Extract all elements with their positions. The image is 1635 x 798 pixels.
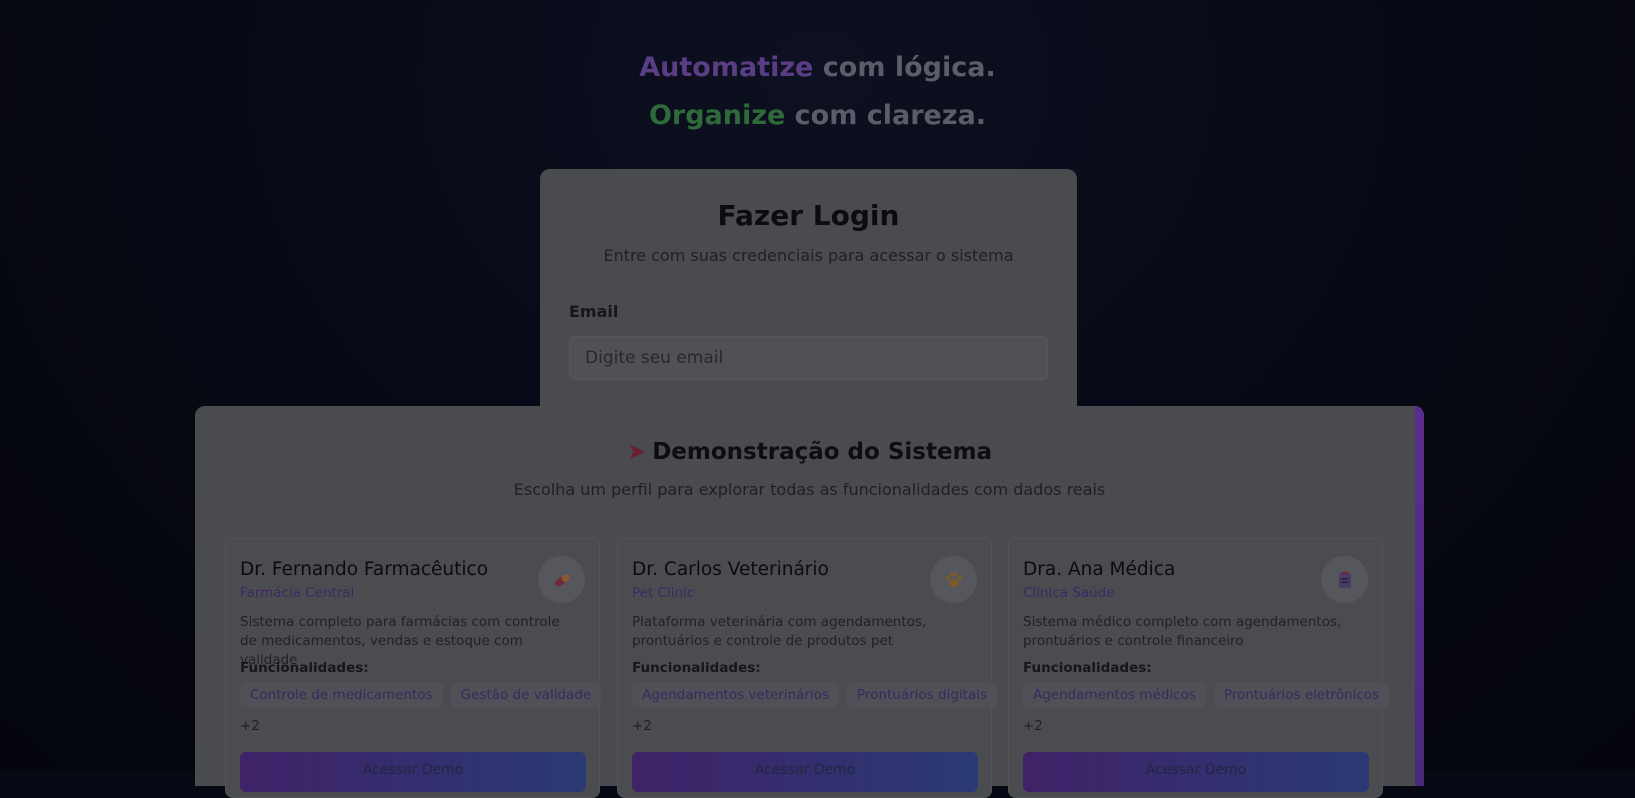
feature-tag: Gestão de validade xyxy=(450,682,602,708)
profile-card-pharmacist[interactable]: Dr. Fernando Farmacêutico Farmácia Centr… xyxy=(225,538,602,798)
hero-highlight-2: Organize xyxy=(648,100,786,131)
clipboard-icon xyxy=(1321,556,1368,603)
profile-company: Pet Clinic xyxy=(632,585,695,601)
pill-icon xyxy=(538,556,585,603)
hero-line-1: Automatize com lógica. xyxy=(0,44,1635,92)
demo-title-text: Demonstração do Sistema xyxy=(652,439,993,465)
login-title: Fazer Login xyxy=(717,199,900,232)
paw-icon xyxy=(930,556,977,603)
demo-panel: ➤ Demonstração do Sistema Escolha um perf… xyxy=(195,406,1424,798)
feature-tags: Agendamentos veterinários Prontuários di… xyxy=(632,682,998,708)
feature-tag: Agendamentos médicos xyxy=(1023,682,1206,708)
hero-highlight-1: Automatize xyxy=(639,52,814,83)
features-label: Funcionalidades: xyxy=(632,660,761,676)
profile-description: Sistema médico completo com agendamentos… xyxy=(1023,614,1342,649)
demo-title: ➤ Demonstração do Sistema xyxy=(195,439,1424,465)
email-label: Email xyxy=(569,302,619,321)
profile-card-doctor[interactable]: Dra. Ana Médica Clínica Saúde Sistema mé… xyxy=(1008,538,1390,798)
profile-company: Farmácia Central xyxy=(240,585,355,601)
more-features-count: +2 xyxy=(1023,718,1043,734)
hero-text-2: com clareza. xyxy=(785,100,987,131)
profile-card-veterinarian[interactable]: Dr. Carlos Veterinário Pet Clinic Plataf… xyxy=(617,538,998,798)
access-demo-button[interactable]: Acessar Demo xyxy=(632,752,978,792)
hero-line-2: Organize com clareza. xyxy=(0,92,1635,140)
feature-tag: Agendamentos veterinários xyxy=(632,682,840,708)
feature-tags: Agendamentos médicos Prontuários eletrôn… xyxy=(1023,682,1390,708)
login-card: Fazer Login Entre com suas credenciais p… xyxy=(540,169,1077,439)
hero-text-1: com lógica. xyxy=(813,52,996,83)
more-features-count: +2 xyxy=(240,718,260,734)
hero-headline: Automatize com lógica. Organize com clar… xyxy=(0,44,1635,140)
feature-tags: Controle de medicamentos Gestão de valid… xyxy=(240,682,602,708)
login-subtitle: Entre com suas credenciais para acessar … xyxy=(603,246,1014,265)
features-label: Funcionalidades: xyxy=(1023,660,1152,676)
feature-tag: Controle de medicamentos xyxy=(240,682,443,708)
profile-company: Clínica Saúde xyxy=(1023,585,1115,601)
access-demo-button[interactable]: Acessar Demo xyxy=(1023,752,1369,792)
profile-name: Dr. Fernando Farmacêutico xyxy=(240,559,489,580)
demo-subtitle: Escolha um perfil para explorar todas as… xyxy=(513,480,1106,499)
access-demo-button[interactable]: Acessar Demo xyxy=(240,752,586,792)
email-field[interactable] xyxy=(569,336,1048,380)
profile-description: Plataforma veterinária com agendamentos,… xyxy=(632,614,927,649)
profile-name: Dr. Carlos Veterinário xyxy=(632,559,829,580)
feature-tag: Prontuários digitais xyxy=(847,682,998,708)
profile-name: Dra. Ana Médica xyxy=(1023,559,1176,580)
rocket-icon: ➤ xyxy=(626,439,647,465)
more-features-count: +2 xyxy=(632,718,652,734)
feature-tag: Prontuários eletrônicos xyxy=(1213,682,1390,708)
features-label: Funcionalidades: xyxy=(240,660,369,676)
